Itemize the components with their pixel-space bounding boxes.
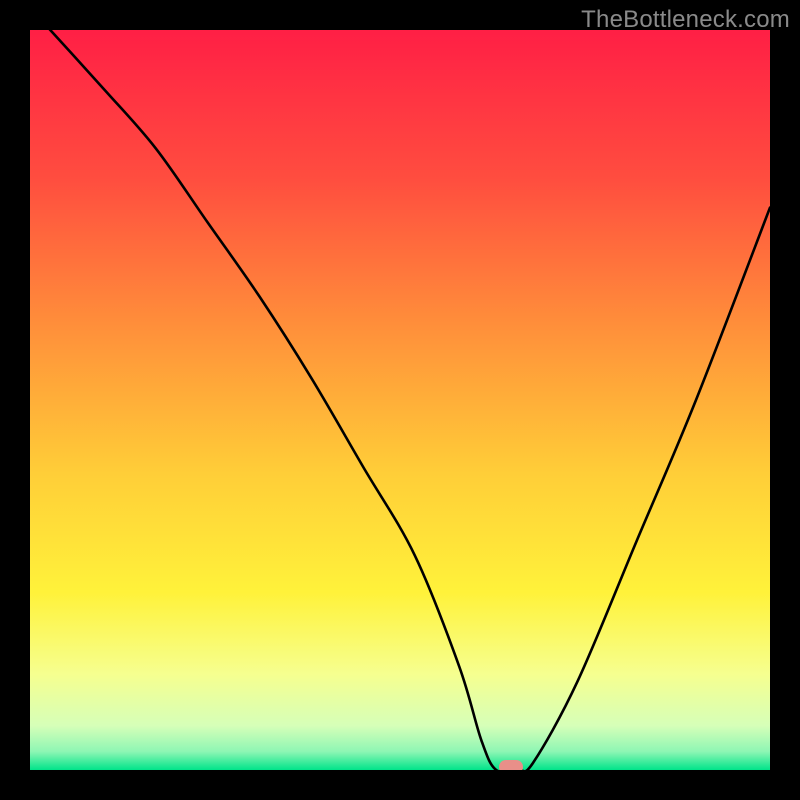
- watermark-label: TheBottleneck.com: [581, 6, 790, 34]
- plot-area: [30, 30, 770, 770]
- optimal-point-marker: [499, 760, 523, 770]
- bottleneck-curve: [30, 30, 770, 770]
- chart-stage: TheBottleneck.com: [0, 0, 800, 800]
